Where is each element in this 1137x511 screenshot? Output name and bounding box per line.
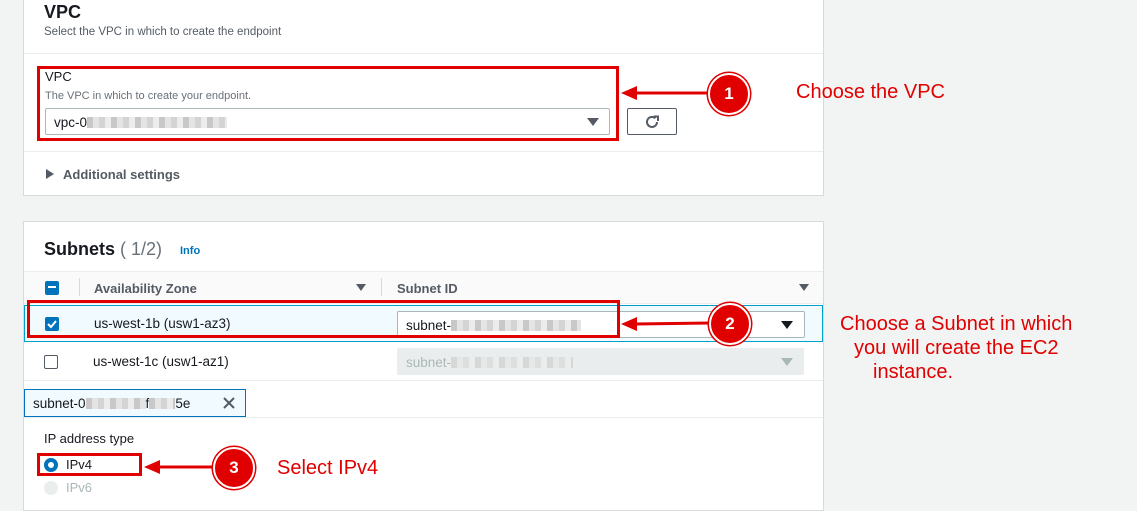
annotation-text-2-line-1: Choose a Subnet in which [840,313,1073,335]
subnet-select-value: subnet- [406,355,574,370]
close-icon[interactable] [222,396,236,410]
column-header-subnet-id[interactable]: Subnet ID [397,281,458,296]
additional-settings-label: Additional settings [63,167,180,182]
selected-subnet-token: subnet-0 f 5e [24,389,246,417]
divider [24,417,823,418]
token-label: subnet-0 f 5e [33,396,191,411]
table-row[interactable]: us-west-1c (usw1-az1) subnet- [24,343,823,381]
annotation-text-3: Select IPv4 [277,457,379,479]
step-badge-1: 1 [708,73,750,115]
highlight-box-ipv4 [37,453,142,476]
ipv6-label: IPv6 [66,480,93,495]
subnets-count: ( 1/2) [120,239,163,259]
redacted-mask [451,357,574,368]
step-badge-2: 2 [709,303,751,345]
radio-disabled [44,481,58,495]
divider [24,53,823,54]
vpc-section-title: VPC [44,2,82,22]
indeterminate-mark [48,286,56,288]
additional-settings-toggle[interactable]: Additional settings [46,167,180,182]
divider [24,151,823,152]
row-availability-zone: us-west-1c (usw1-az1) [93,354,229,369]
caret-right-icon [46,169,54,179]
refresh-button[interactable] [627,108,677,135]
column-separator [79,278,80,296]
annotation-text-2-line-3: instance. [873,361,954,383]
subnets-panel: Subnets ( 1/2) Info Availability Zone Su… [23,221,824,511]
subnet-select-disabled: subnet- [397,348,804,375]
redacted-mask [85,398,146,409]
caret-down-icon [781,321,793,329]
vpc-section-description: Select the VPC in which to create the en… [44,26,282,38]
annotation-text-2-line-2: you will create the EC2 [854,337,1059,359]
refresh-icon [646,115,659,128]
highlight-box-subnet [27,300,620,338]
ip-address-type-label: IP address type [44,431,135,446]
caret-down-icon [781,358,793,366]
redacted-mask [149,398,176,409]
annotation-text-1: Choose the VPC [796,81,945,103]
row-checkbox[interactable] [44,355,58,369]
select-all-checkbox[interactable] [45,281,59,295]
highlight-box-vpc [37,66,619,141]
column-header-availability-zone[interactable]: Availability Zone [94,281,197,296]
step-badge-3: 3 [213,447,255,489]
sort-icon[interactable] [799,284,809,291]
sort-icon[interactable] [356,284,366,291]
info-link[interactable]: Info [180,245,200,257]
subnets-section-title: Subnets ( 1/2) [44,239,163,259]
column-separator [381,278,382,296]
